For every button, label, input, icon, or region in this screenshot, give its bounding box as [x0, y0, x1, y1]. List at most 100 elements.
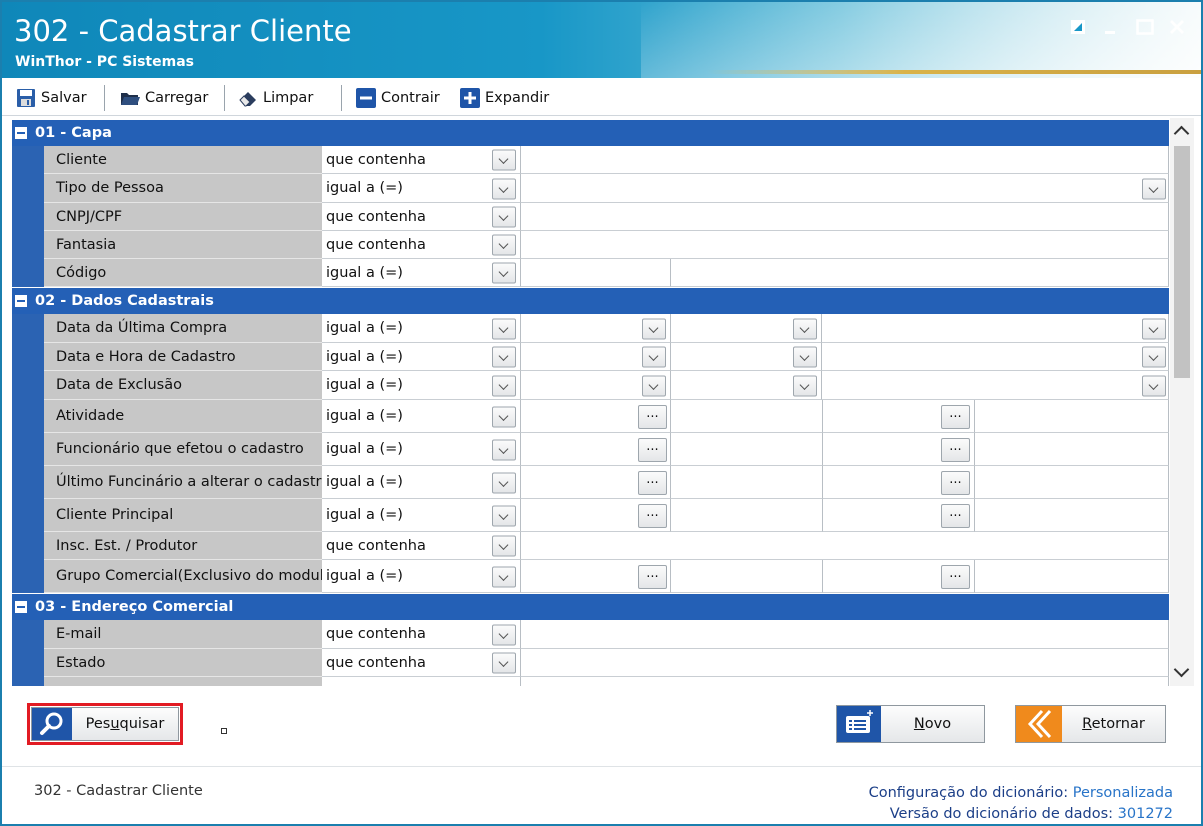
section-header-capa[interactable]: 01 - Capa — [12, 120, 1169, 146]
section-header-dados-cadastrais[interactable]: 02 - Dados Cadastrais — [12, 288, 1169, 314]
chevron-down-icon[interactable] — [642, 346, 666, 368]
chevron-down-icon[interactable] — [492, 472, 516, 493]
desc-from-input[interactable] — [671, 466, 823, 499]
operator-value: igual a (=) — [326, 348, 403, 365]
desc-to-input[interactable] — [975, 433, 1169, 466]
maximize-icon[interactable] — [1132, 14, 1158, 40]
title-bar: 302 - Cadastrar Cliente WinThor - PC Sis… — [2, 2, 1201, 78]
filter-label: Cliente — [44, 146, 322, 174]
date-to-select[interactable] — [822, 314, 1169, 343]
desc-from-input[interactable] — [671, 499, 823, 532]
section-header-endereco-comercial[interactable]: 03 - Endereço Comercial — [12, 594, 1169, 620]
window-title: 302 - Cadastrar Cliente — [14, 14, 352, 48]
chevron-down-icon[interactable] — [492, 206, 516, 228]
save-icon — [15, 87, 37, 109]
lookup-button[interactable]: ... — [638, 503, 667, 528]
filter-row-cnpj: CNPJ/CPF que contenha — [12, 203, 1169, 231]
chevron-down-icon[interactable] — [492, 234, 516, 256]
desc-to-input[interactable] — [975, 499, 1169, 532]
value-input[interactable] — [521, 677, 1169, 686]
chevron-down-icon[interactable] — [642, 375, 666, 396]
lookup-button[interactable]: ... — [941, 437, 970, 462]
filter-label: E-mail — [44, 620, 322, 649]
lookup-button[interactable]: ... — [941, 470, 970, 495]
chevron-down-icon[interactable] — [1142, 318, 1166, 339]
chevron-down-icon[interactable] — [492, 375, 516, 396]
chevron-down-icon[interactable] — [492, 406, 516, 427]
vertical-scrollbar[interactable] — [1170, 118, 1194, 686]
filter-row-email: E-mail que contenha — [12, 620, 1169, 649]
value-input[interactable] — [521, 532, 1169, 560]
chevron-down-icon[interactable] — [492, 505, 516, 526]
scroll-up-icon[interactable] — [1173, 125, 1190, 142]
date-to-select[interactable] — [822, 343, 1169, 371]
chevron-down-icon[interactable] — [492, 439, 516, 460]
lookup-button[interactable]: ... — [941, 404, 970, 429]
desc-from-input[interactable] — [671, 433, 823, 466]
section-title: 01 - Capa — [35, 125, 112, 141]
restore-icon[interactable] — [1065, 14, 1091, 40]
date-to-select[interactable] — [822, 371, 1169, 400]
value-to-input[interactable] — [671, 259, 1169, 287]
new-button[interactable]: Novo — [836, 705, 985, 743]
desc-to-input[interactable] — [975, 400, 1169, 433]
small-marker — [221, 728, 227, 734]
value-from-input[interactable] — [521, 259, 671, 287]
value-input[interactable] — [521, 649, 1169, 677]
load-button[interactable]: Carregar — [116, 85, 211, 111]
value-input[interactable] — [521, 203, 1169, 231]
chevron-down-icon[interactable] — [492, 149, 516, 171]
back-button[interactable]: Retornar — [1015, 705, 1166, 743]
search-accelerator: u — [110, 716, 120, 732]
desc-from-input[interactable] — [671, 560, 823, 593]
chevron-down-icon[interactable] — [1142, 375, 1166, 396]
scroll-down-icon[interactable] — [1173, 661, 1190, 678]
minimize-icon[interactable] — [1097, 14, 1123, 40]
collapse-section-icon[interactable] — [15, 295, 27, 307]
operator-value: que contenha — [326, 236, 426, 253]
chevron-down-icon[interactable] — [492, 566, 516, 587]
search-button[interactable]: Pesuquisar — [31, 707, 179, 741]
filter-label: Cliente Principal — [44, 499, 322, 532]
lookup-button[interactable]: ... — [941, 564, 970, 589]
lookup-button[interactable]: ... — [638, 470, 667, 495]
desc-to-input[interactable] — [975, 560, 1169, 593]
clear-button[interactable]: Limpar — [234, 85, 316, 111]
collapse-button[interactable]: Contrair — [352, 85, 443, 111]
chevron-down-icon[interactable] — [492, 535, 516, 557]
chevron-down-icon[interactable] — [793, 318, 817, 339]
value-select[interactable] — [521, 174, 1169, 203]
filter-row-estado: Estado que contenha — [12, 649, 1169, 677]
operator-value: igual a (=) — [326, 180, 403, 196]
chevron-down-icon[interactable] — [642, 318, 666, 339]
dict-config-label: Configuração do dicionário: — [868, 785, 1069, 801]
chevron-down-icon[interactable] — [1142, 178, 1166, 199]
filter-row-cliente-principal: Cliente Principal igual a (=) ... ... — [12, 499, 1169, 532]
chevron-down-icon[interactable] — [492, 652, 516, 674]
chevron-down-icon[interactable] — [492, 346, 516, 368]
scroll-thumb[interactable] — [1174, 146, 1190, 378]
save-button[interactable]: Salvar — [12, 85, 90, 111]
lookup-button[interactable]: ... — [941, 503, 970, 528]
minus-icon — [355, 87, 377, 109]
chevron-down-icon[interactable] — [492, 262, 516, 284]
chevron-down-icon[interactable] — [793, 346, 817, 368]
chevron-down-icon[interactable] — [793, 375, 817, 396]
chevron-down-icon[interactable] — [492, 318, 516, 339]
collapse-section-icon[interactable] — [15, 127, 27, 139]
collapse-section-icon[interactable] — [15, 601, 27, 613]
chevron-down-icon[interactable] — [492, 624, 516, 645]
lookup-button[interactable]: ... — [638, 404, 667, 429]
value-input[interactable] — [521, 146, 1169, 174]
expand-button[interactable]: Expandir — [456, 85, 552, 111]
lookup-button[interactable]: ... — [638, 564, 667, 589]
value-input[interactable] — [521, 620, 1169, 649]
desc-to-input[interactable] — [975, 466, 1169, 499]
desc-from-input[interactable] — [671, 400, 823, 433]
chevron-down-icon[interactable] — [1142, 346, 1166, 368]
value-input[interactable] — [521, 231, 1169, 259]
lookup-button[interactable]: ... — [638, 437, 667, 462]
operator-select[interactable] — [322, 677, 521, 686]
chevron-down-icon[interactable] — [492, 178, 516, 199]
close-icon[interactable] — [1164, 14, 1190, 40]
